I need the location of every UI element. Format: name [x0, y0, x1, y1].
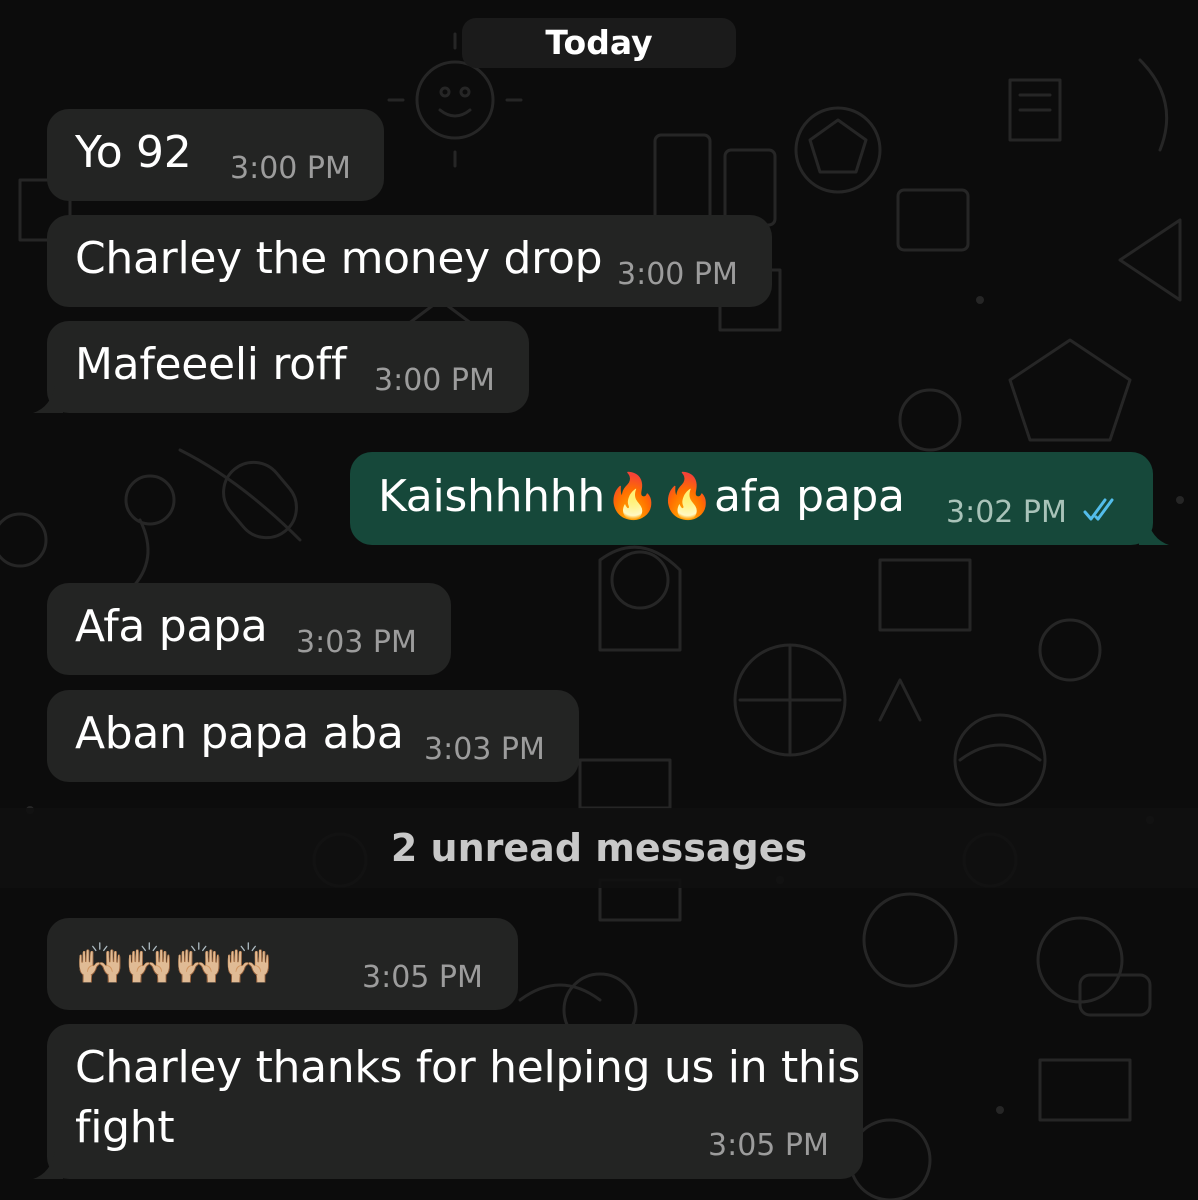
message-timestamp: 3:03 PM	[424, 732, 545, 767]
message-timestamp: 3:02 PM	[946, 495, 1067, 530]
message-text: Afa papa	[75, 601, 268, 652]
message-bubble-incoming[interactable]: Yo 92 3:00 PM	[47, 109, 384, 201]
message-bubble-incoming[interactable]: Mafeeeli roff 3:00 PM	[33, 321, 529, 413]
raising-hands-emoji: 🙌🏼🙌🏼🙌🏼🙌🏼	[75, 941, 274, 987]
message-bubble-incoming[interactable]: Aban papa aba 3:03 PM	[47, 690, 579, 782]
fire-emoji: 🔥	[659, 471, 714, 522]
message-bubble-outgoing[interactable]: Kaishhhhh🔥🔥afa papa 3:02 PM	[350, 452, 1169, 545]
message-timestamp: 3:05 PM	[708, 1128, 829, 1163]
message-bubble-incoming[interactable]: Afa papa 3:03 PM	[47, 583, 451, 675]
message-text-part: afa papa	[713, 471, 905, 522]
message-text-part: Kaishhhhh	[378, 471, 605, 522]
unread-messages-divider: 2 unread messages	[0, 808, 1198, 888]
message-bubble-incoming[interactable]: 🙌🏼🙌🏼🙌🏼🙌🏼 3:05 PM	[47, 918, 518, 1010]
message-text-line: fight	[75, 1102, 175, 1153]
message-text: Aban papa aba	[75, 708, 404, 759]
message-text: Charley the money drop	[75, 233, 603, 284]
read-receipt-icon	[1083, 498, 1114, 521]
message-bubble-incoming[interactable]: Charley the money drop 3:00 PM	[47, 215, 772, 307]
message-timestamp: 3:05 PM	[362, 960, 483, 995]
fire-emoji: 🔥	[604, 471, 660, 522]
message-text: Kaishhhhh🔥🔥afa papa	[378, 470, 905, 522]
bubble-tail	[33, 385, 63, 413]
bubble-tail	[1139, 517, 1169, 545]
message-bubble-incoming[interactable]: Charley thanks for helping us in this fi…	[33, 1024, 863, 1179]
message-text: Yo 92	[75, 127, 192, 178]
message-text: Mafeeeli roff	[75, 339, 347, 390]
bubble-tail	[33, 1151, 63, 1179]
date-divider: Today	[462, 18, 736, 68]
message-timestamp: 3:00 PM	[230, 151, 351, 186]
message-timestamp: 3:00 PM	[374, 363, 495, 398]
message-text-line: Charley thanks for helping us in this	[75, 1042, 861, 1093]
message-timestamp: 3:03 PM	[296, 625, 417, 660]
message-timestamp: 3:00 PM	[617, 257, 738, 292]
